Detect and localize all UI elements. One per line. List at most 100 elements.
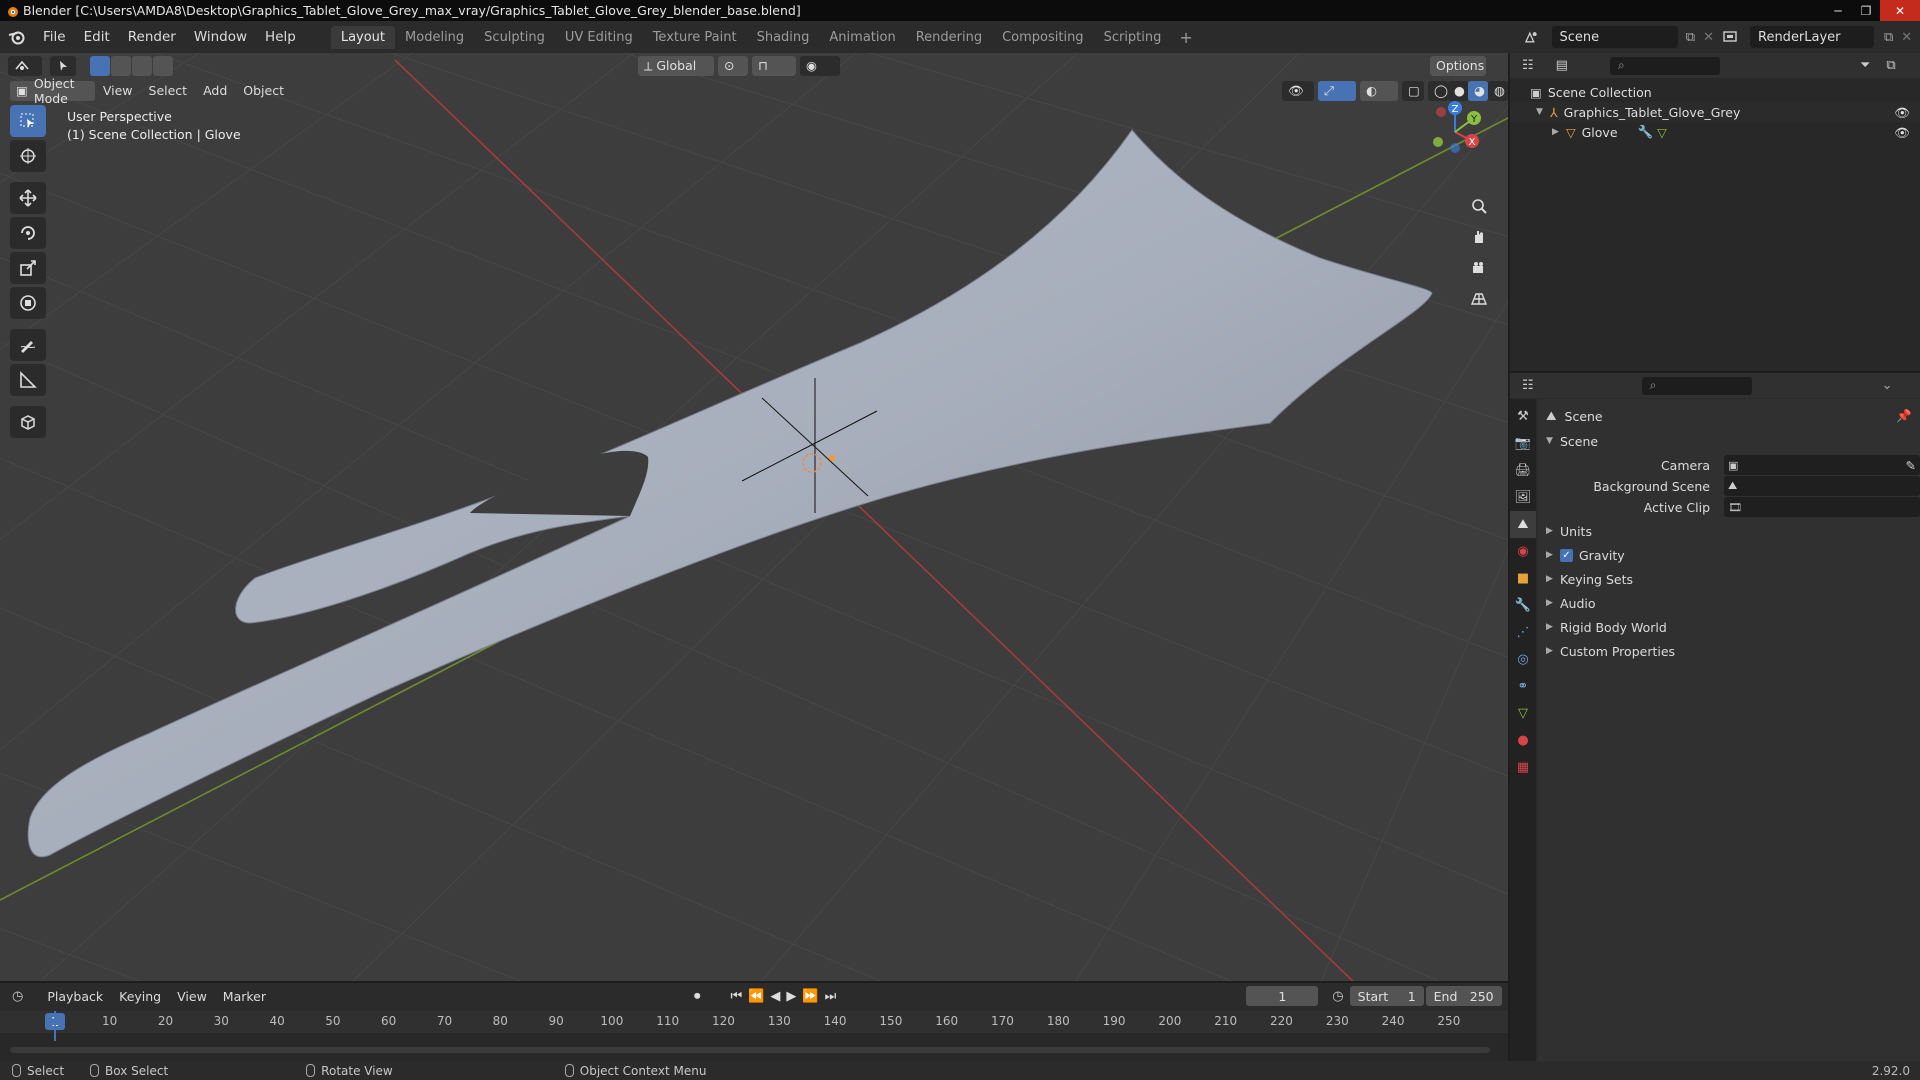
tab-shading[interactable]: Shading xyxy=(747,26,820,49)
close-button[interactable]: ✕ xyxy=(1880,0,1920,21)
tab-sculpting[interactable]: Sculpting xyxy=(474,26,555,49)
rotate-tool-icon[interactable] xyxy=(10,217,46,249)
tab-modifiers-icon[interactable]: 🔧 xyxy=(1510,592,1536,619)
select-box-tool-icon[interactable] xyxy=(10,105,46,137)
preview-range-icon[interactable]: ◷ xyxy=(1332,989,1343,1004)
timeline-menu-marker[interactable]: Marker xyxy=(215,989,274,1004)
panel-keying-sets[interactable]: ▶ Keying Sets xyxy=(1546,568,1916,590)
tab-compositing[interactable]: Compositing xyxy=(992,26,1094,49)
new-renderlayer-icon[interactable]: ⧉ xyxy=(1884,30,1893,45)
new-scene-icon[interactable]: ⧉ xyxy=(1686,30,1695,45)
select-extend-icon[interactable] xyxy=(111,55,131,76)
properties-search-input[interactable]: ⌕ xyxy=(1641,376,1752,395)
play-reverse-icon[interactable]: ◀ xyxy=(770,989,780,1004)
properties-options-icon[interactable]: ⌄ xyxy=(1882,378,1893,393)
end-frame-field[interactable]: End 250 xyxy=(1425,986,1502,1006)
tab-constraints-icon[interactable]: ⚭ xyxy=(1510,673,1536,700)
modifier-wrench-icon[interactable]: 🔧 xyxy=(1638,124,1654,140)
mesh-data-icon[interactable]: ▽ xyxy=(1657,125,1667,140)
pivot-point-icon[interactable]: ⊙ xyxy=(718,55,748,76)
renderlayer-selector[interactable]: RenderLayer ⧉ ✕ xyxy=(1722,25,1918,49)
tab-scripting[interactable]: Scripting xyxy=(1094,26,1172,49)
options-dropdown[interactable]: Options xyxy=(1430,55,1486,76)
select-mode-icon[interactable] xyxy=(50,55,76,76)
timeline-menu-view[interactable]: View xyxy=(169,989,215,1004)
outliner-scene-collection[interactable]: ▣ Scene Collection xyxy=(1510,82,1920,102)
gravity-checkbox[interactable]: ✓ xyxy=(1560,548,1573,562)
outliner-object-row[interactable]: ▶ ▽ Glove 🔧 ▽ 👁 xyxy=(1510,122,1920,142)
tab-view-layer-icon[interactable]: 🖼 xyxy=(1510,484,1536,511)
eyedropper-icon[interactable]: ✎ xyxy=(1906,458,1916,473)
jump-start-icon[interactable]: ⏮ xyxy=(731,989,743,1004)
outliner-search-input[interactable]: ⌕ xyxy=(1609,56,1720,75)
object-visibility-eye-icon[interactable]: 👁 xyxy=(1894,125,1910,141)
zoom-icon[interactable] xyxy=(1466,193,1492,219)
select-subtract-icon[interactable] xyxy=(132,55,152,76)
next-keyframe-icon[interactable]: ⏩ xyxy=(802,989,818,1004)
tab-render-icon[interactable]: 📷 xyxy=(1510,430,1536,457)
select-new-icon[interactable] xyxy=(90,55,110,76)
panel-gravity[interactable]: ▶ ✓ Gravity xyxy=(1546,544,1916,566)
panel-audio[interactable]: ▶ Audio xyxy=(1546,592,1916,614)
jump-end-icon[interactable]: ⏭ xyxy=(825,989,837,1004)
transform-orientation-dropdown[interactable]: ⟂ Global xyxy=(638,55,714,76)
select-intersect-icon[interactable] xyxy=(153,55,173,76)
outliner-collection-row[interactable]: ▼ ⅄ Graphics_Tablet_Glove_Grey 👁 xyxy=(1510,102,1920,122)
play-icon[interactable]: ▶ xyxy=(786,989,796,1004)
menu-edit[interactable]: Edit xyxy=(75,29,119,45)
scene-name-field[interactable]: Scene xyxy=(1551,26,1678,48)
scale-tool-icon[interactable] xyxy=(10,252,46,284)
background-scene-field[interactable]: ⛰ xyxy=(1724,476,1920,496)
timeline-menu-playback[interactable]: Playback xyxy=(39,989,111,1004)
add-workspace-icon[interactable]: + xyxy=(1171,28,1200,47)
tab-animation[interactable]: Animation xyxy=(819,26,905,49)
viewport-menu-add[interactable]: Add xyxy=(195,83,235,98)
measure-tool-icon[interactable] xyxy=(10,364,46,396)
timeline-track-area[interactable] xyxy=(0,1011,1508,1061)
ortho-grid-icon[interactable] xyxy=(1466,286,1492,312)
cursor-tool-icon[interactable] xyxy=(10,140,46,172)
timeline-editor-icon[interactable]: ◷ xyxy=(12,989,23,1004)
tab-scene-icon[interactable]: ⛰ xyxy=(1510,511,1536,538)
panel-rigid-body-world[interactable]: ▶ Rigid Body World xyxy=(1546,616,1916,638)
display-mode-icon[interactable]: ▤ xyxy=(1556,58,1568,73)
current-frame-field[interactable]: 1 xyxy=(1246,986,1319,1006)
tab-physics-icon[interactable]: ◎ xyxy=(1510,646,1536,673)
tab-rendering[interactable]: Rendering xyxy=(906,26,992,49)
viewport-menu-object[interactable]: Object xyxy=(235,83,292,98)
prev-keyframe-icon[interactable]: ⏪ xyxy=(748,989,764,1004)
visibility-eye-icon[interactable]: 👁 xyxy=(1894,105,1910,121)
tab-tool-icon[interactable]: ⚒ xyxy=(1510,403,1536,430)
tab-texture-paint[interactable]: Texture Paint xyxy=(643,26,747,49)
tab-object-icon[interactable]: ■ xyxy=(1510,565,1536,592)
move-tool-icon[interactable] xyxy=(10,182,46,214)
collapse-triangle-icon[interactable]: ▶ xyxy=(1552,127,1566,137)
add-cube-tool-icon[interactable] xyxy=(10,406,46,438)
viewport-menu-view[interactable]: View xyxy=(95,83,141,98)
object-mode-dropdown[interactable]: ▣ Object Mode xyxy=(10,76,95,106)
active-clip-field[interactable]: 🎞 xyxy=(1724,497,1920,517)
tab-modeling[interactable]: Modeling xyxy=(395,26,474,49)
camera-view-icon[interactable] xyxy=(1466,255,1492,281)
tab-world-icon[interactable]: ◉ xyxy=(1510,538,1536,565)
transform-tool-icon[interactable] xyxy=(10,287,46,319)
annotate-tool-icon[interactable] xyxy=(10,329,46,361)
scene-selector[interactable]: Scene ⧉ ✕ xyxy=(1524,25,1714,49)
properties-editor-icon[interactable]: ☷ xyxy=(1522,378,1534,393)
minimize-button[interactable]: ─ xyxy=(1824,0,1852,21)
panel-custom-properties[interactable]: ▶ Custom Properties xyxy=(1546,640,1916,662)
blender-menu-icon[interactable] xyxy=(0,29,34,45)
renderlayer-name-field[interactable]: RenderLayer xyxy=(1750,26,1874,48)
outliner-editor-icon[interactable]: ☷ xyxy=(1522,58,1534,73)
overlay-toggle-icon[interactable]: ◐ xyxy=(1360,80,1398,101)
snap-toggle-icon[interactable]: ⊓ xyxy=(752,55,796,76)
start-frame-field[interactable]: Start 1 xyxy=(1349,986,1424,1006)
record-icon[interactable]: ⏺ xyxy=(694,989,701,1004)
expand-triangle-icon[interactable]: ▼ xyxy=(1536,107,1550,117)
camera-field[interactable]: ▣ ✎ xyxy=(1724,455,1920,475)
viewport-menu-select[interactable]: Select xyxy=(141,83,196,98)
menu-window[interactable]: Window xyxy=(185,29,256,45)
remove-renderlayer-icon[interactable]: ✕ xyxy=(1901,30,1912,45)
tab-uv-editing[interactable]: UV Editing xyxy=(555,26,643,49)
new-collection-icon[interactable]: ⧉ xyxy=(1886,58,1895,73)
